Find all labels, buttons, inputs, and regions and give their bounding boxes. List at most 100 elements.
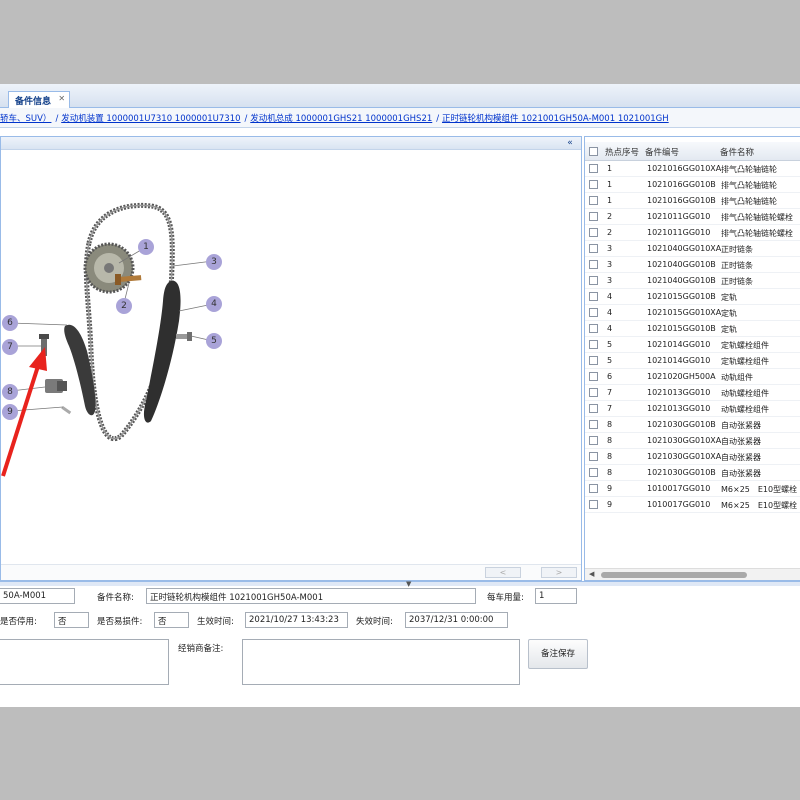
table-row[interactable]: 1 1021016GG010B 排气凸轮轴链轮 — [585, 193, 800, 209]
tab-strip: 备件信息 ✕ — [0, 84, 800, 108]
row-checkbox[interactable] — [589, 260, 598, 269]
breadcrumb: 轿车、SUV） / 发动机装置 1000001U7310 1000001U7310… — [0, 108, 800, 128]
table-row[interactable]: 8 1021030GG010B 自动张紧器 — [585, 465, 800, 481]
callout-4[interactable]: 4 — [206, 296, 222, 312]
callout-6[interactable]: 6 — [2, 315, 18, 331]
table-row[interactable]: 5 1021014GG010 定轨螺栓组件 — [585, 337, 800, 353]
row-checkbox[interactable] — [589, 180, 598, 189]
row-checkbox[interactable] — [589, 308, 598, 317]
scrollbar-thumb[interactable] — [601, 572, 747, 578]
table-row[interactable]: 8 1021030GG010XA 自动张紧器 — [585, 449, 800, 465]
svg-text:2: 2 — [121, 301, 127, 311]
table-row[interactable]: 3 1021040GG010B 正时链条 — [585, 257, 800, 273]
row-checkbox[interactable] — [589, 468, 598, 477]
cell-part-no: 1021011GG010 — [647, 212, 711, 221]
cell-part-name: 排气凸轮轴链轮 — [721, 197, 777, 206]
callout-9[interactable]: 9 — [2, 404, 18, 420]
grid-header: 热点序号 备件编号 备件名称 — [585, 142, 800, 161]
table-row[interactable]: 7 1021013GG010 动轨螺栓组件 — [585, 401, 800, 417]
part-name-field[interactable]: 正时链轮机构模组件 1021001GH50A-M001 — [146, 588, 476, 604]
row-checkbox[interactable] — [589, 420, 598, 429]
effective-time-field[interactable]: 2021/10/27 13:43:23 — [245, 612, 348, 628]
cell-part-name: 排气凸轮轴链轮 — [721, 181, 777, 190]
select-all-checkbox[interactable] — [589, 147, 598, 156]
row-checkbox[interactable] — [589, 404, 598, 413]
next-page-button[interactable]: > — [541, 567, 577, 578]
breadcrumb-item[interactable]: 发动机装置 1000001U7310 1000001U7310 — [61, 114, 240, 124]
table-row[interactable]: 7 1021013GG010 动轨螺栓组件 — [585, 385, 800, 401]
close-icon[interactable]: ✕ — [58, 94, 65, 103]
row-checkbox[interactable] — [589, 356, 598, 365]
row-checkbox[interactable] — [589, 292, 598, 301]
table-row[interactable]: 2 1021011GG010 排气凸轮轴链轮螺栓 — [585, 209, 800, 225]
dealer-note-label: 经销商备注: — [178, 644, 224, 654]
callout-2[interactable]: 2 — [116, 298, 132, 314]
cell-hotspot: 3 — [607, 260, 613, 269]
cell-part-no: 1021014GG010 — [647, 356, 711, 365]
table-row[interactable]: 2 1021011GG010 排气凸轮轴链轮螺栓 — [585, 225, 800, 241]
table-row[interactable]: 4 1021015GG010B 定轨 — [585, 321, 800, 337]
table-row[interactable]: 1 1021016GG010B 排气凸轮轴链轮 — [585, 177, 800, 193]
row-checkbox[interactable] — [589, 324, 598, 333]
tab-part-info[interactable]: 备件信息 ✕ — [8, 91, 71, 108]
cell-part-name: 正时链条 — [721, 261, 753, 270]
disabled-field[interactable]: 否 — [54, 612, 89, 628]
table-row[interactable]: 5 1021014GG010 定轨螺栓组件 — [585, 353, 800, 369]
table-row[interactable]: 1 1021016GG010XA 排气凸轮轴链轮 — [585, 161, 800, 177]
table-row[interactable]: 8 1021030GG010B 自动张紧器 — [585, 417, 800, 433]
cell-part-no: 1021016GG010XA — [647, 164, 722, 173]
dealer-note-textarea[interactable] — [242, 639, 520, 685]
callout-1[interactable]: 1 — [138, 239, 154, 255]
cell-part-no: 1021030GG010XA — [647, 452, 722, 461]
table-row[interactable]: 4 1021015GG010B 定轨 — [585, 289, 800, 305]
breadcrumb-item[interactable]: 正时链轮机构模组件 1021001GH50A-M001 1021001GH — [442, 114, 669, 124]
panel-splitter[interactable]: ▼ — [0, 580, 800, 588]
timing-chain — [83, 202, 175, 441]
col-part-name[interactable]: 备件名称 — [720, 146, 754, 158]
breadcrumb-item[interactable]: 轿车、SUV） — [0, 114, 51, 124]
table-row[interactable]: 3 1021040GG010B 正时链条 — [585, 273, 800, 289]
breadcrumb-item[interactable]: 发动机总成 1000001GHS21 1000001GHS21 — [250, 114, 432, 124]
svg-text:1: 1 — [143, 242, 149, 252]
expire-time-field[interactable]: 2037/12/31 0:00:00 — [405, 612, 508, 628]
col-part-no[interactable]: 备件编号 — [645, 146, 679, 158]
cell-part-no: 1021030GG010XA — [647, 436, 722, 445]
row-checkbox[interactable] — [589, 164, 598, 173]
callout-3[interactable]: 3 — [206, 254, 222, 270]
row-checkbox[interactable] — [589, 452, 598, 461]
cell-part-no: 1010017GG010 — [647, 500, 711, 509]
camshaft-sprocket — [83, 242, 135, 294]
row-checkbox[interactable] — [589, 228, 598, 237]
collapse-icon[interactable]: « — [563, 137, 577, 149]
horizontal-scrollbar[interactable]: ◀ — [585, 568, 800, 580]
table-row[interactable]: 6 1021020GH500A 动轨组件 — [585, 369, 800, 385]
row-checkbox[interactable] — [589, 212, 598, 221]
wear-part-field[interactable]: 否 — [154, 612, 189, 628]
row-checkbox[interactable] — [589, 388, 598, 397]
part-no-field[interactable]: 50A-M001 — [0, 588, 75, 604]
cell-part-name: M6×25 E10型螺栓 — [721, 501, 798, 510]
row-checkbox[interactable] — [589, 276, 598, 285]
row-checkbox[interactable] — [589, 436, 598, 445]
table-row[interactable]: 3 1021040GG010XA 正时链条 — [585, 241, 800, 257]
table-row[interactable]: 9 1010017GG010 M6×25 E10型螺栓 — [585, 497, 800, 513]
table-row[interactable]: 8 1021030GG010XA 自动张紧器 — [585, 433, 800, 449]
col-hotspot[interactable]: 热点序号 — [605, 146, 639, 158]
save-note-button[interactable]: 备注保存 — [528, 639, 588, 669]
prev-page-button[interactable]: < — [485, 567, 521, 578]
row-checkbox[interactable] — [589, 372, 598, 381]
callout-8[interactable]: 8 — [2, 384, 18, 400]
cell-part-no: 1021015GG010XA — [647, 308, 722, 317]
table-row[interactable]: 9 1010017GG010 M6×25 E10型螺栓 — [585, 481, 800, 497]
scroll-left-icon[interactable]: ◀ — [589, 570, 594, 578]
callout-5[interactable]: 5 — [206, 333, 222, 349]
row-checkbox[interactable] — [589, 196, 598, 205]
row-checkbox[interactable] — [589, 340, 598, 349]
qty-field[interactable]: 1 — [535, 588, 577, 604]
remark-textarea[interactable] — [0, 639, 169, 685]
row-checkbox[interactable] — [589, 500, 598, 509]
row-checkbox[interactable] — [589, 244, 598, 253]
row-checkbox[interactable] — [589, 484, 598, 493]
table-row[interactable]: 4 1021015GG010XA 定轨 — [585, 305, 800, 321]
callout-7[interactable]: 7 — [2, 339, 18, 355]
